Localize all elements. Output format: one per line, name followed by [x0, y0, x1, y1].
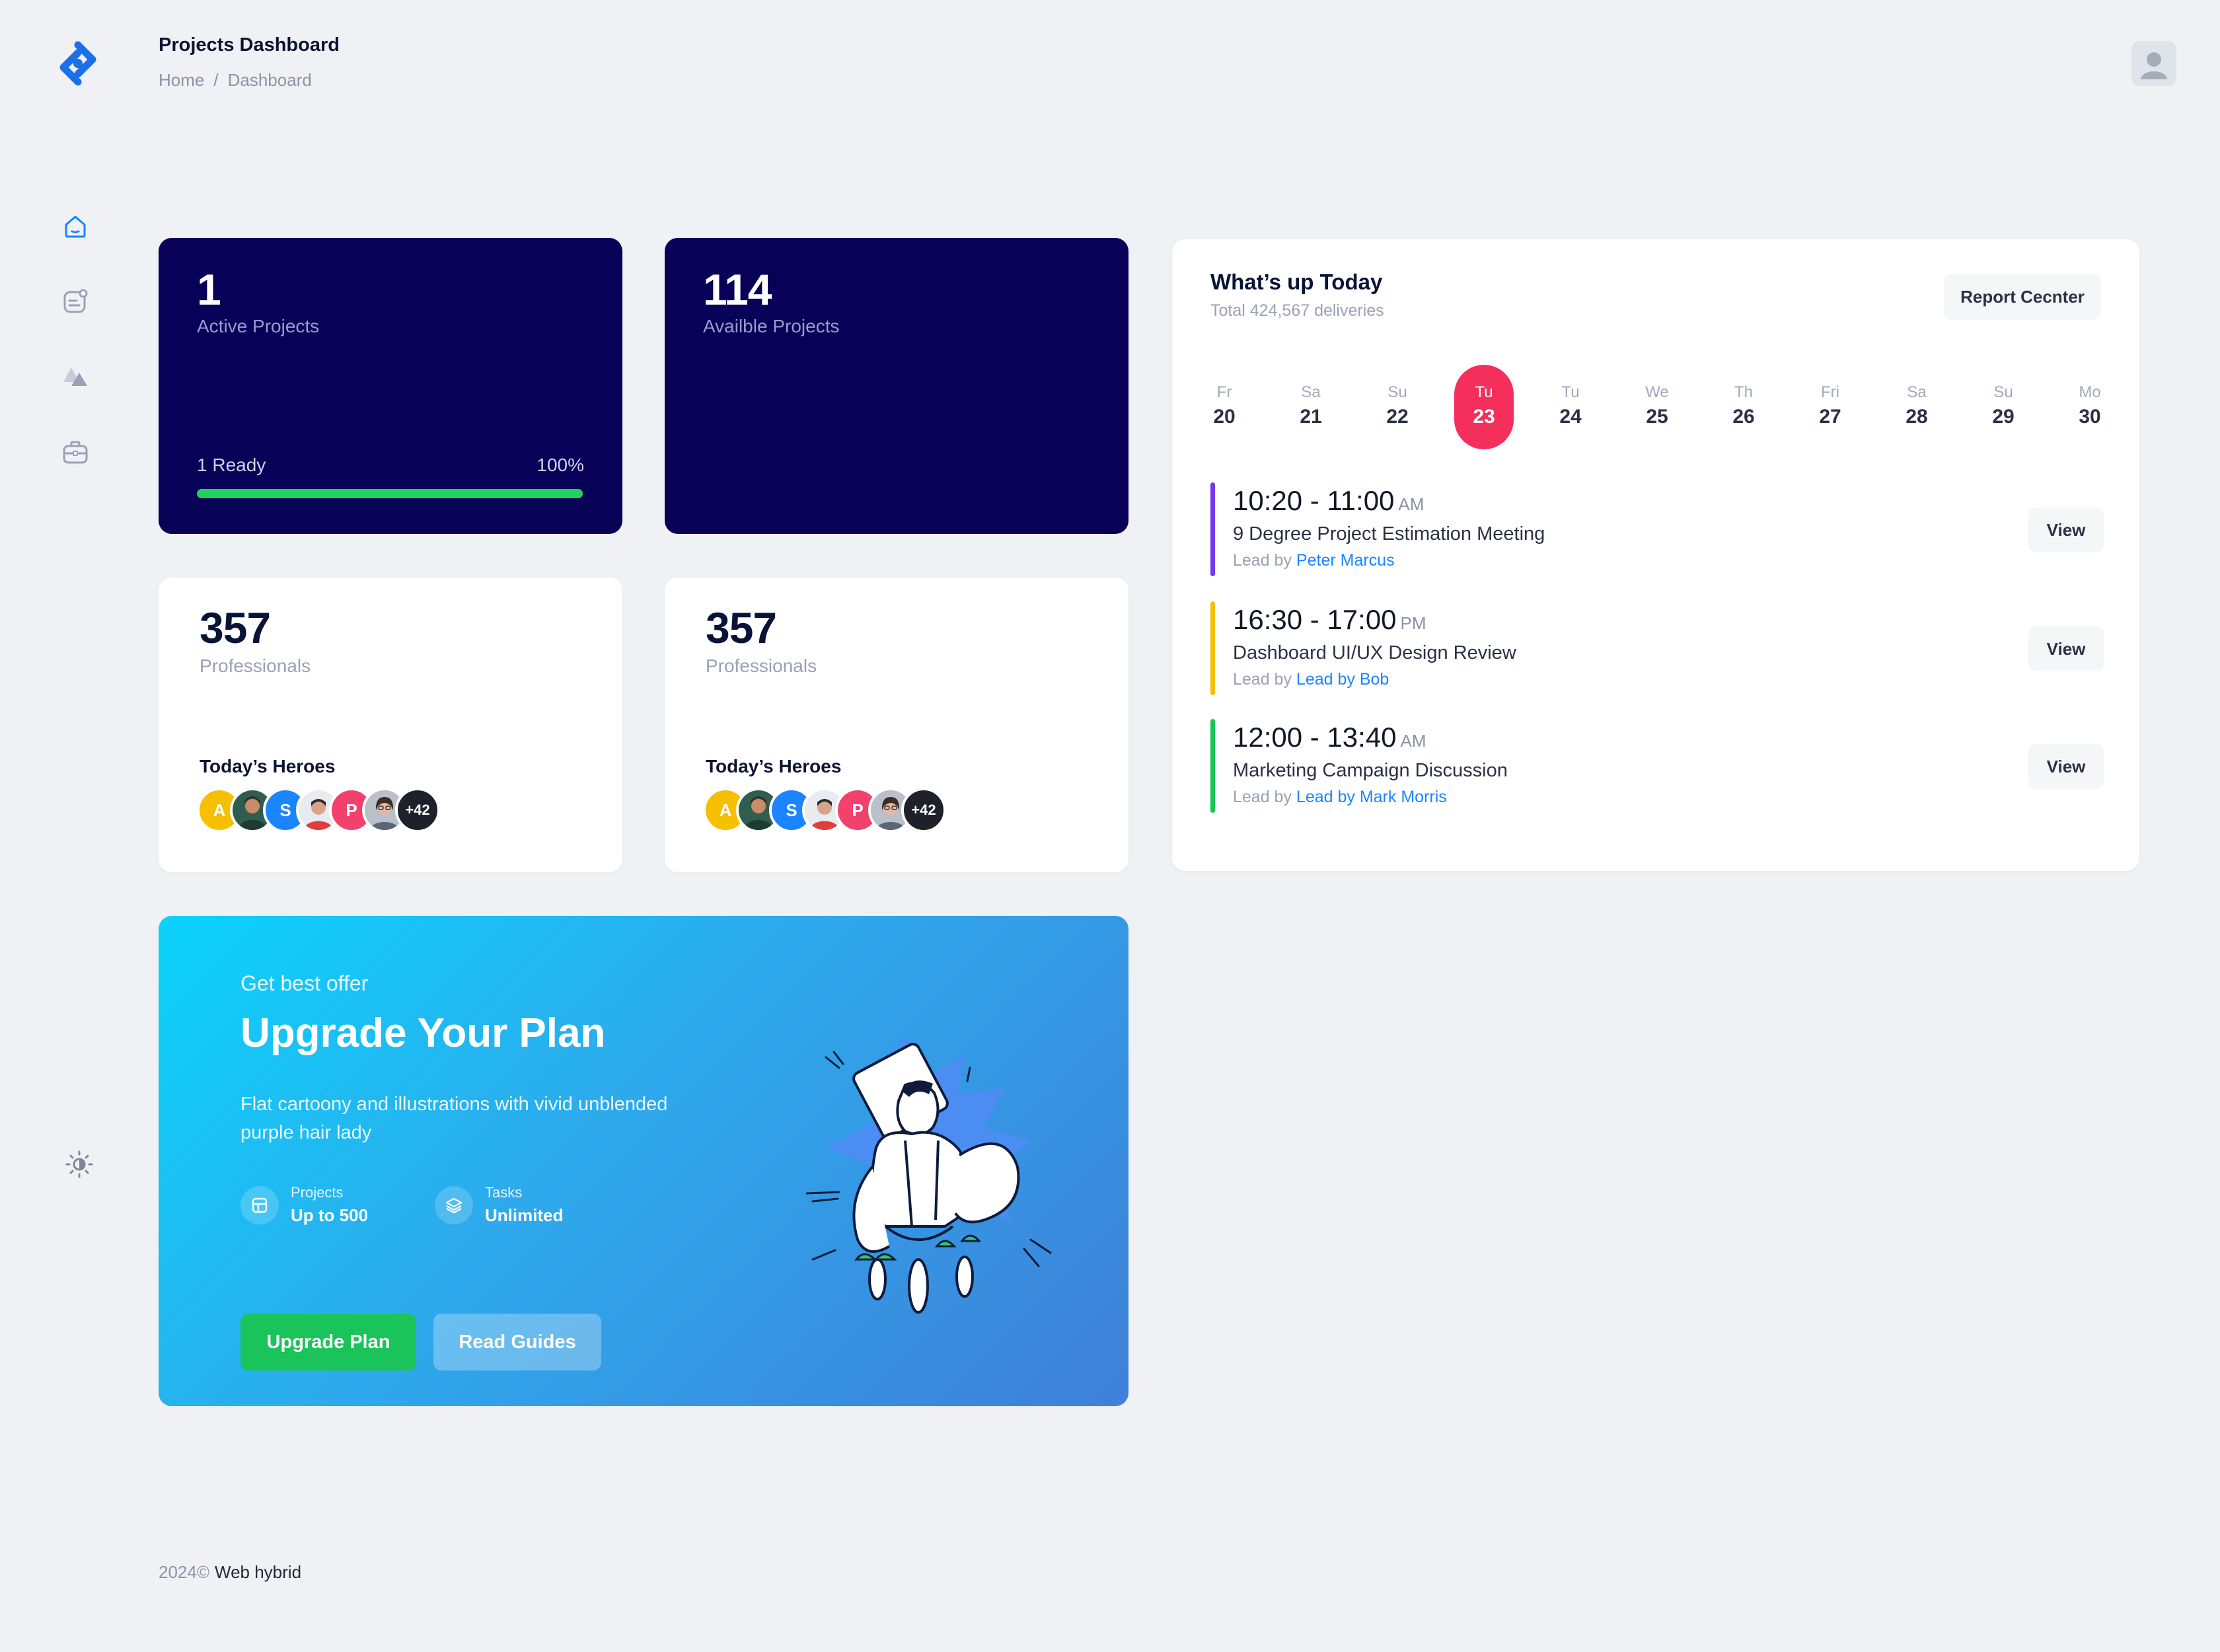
professionals-count: 357	[706, 603, 777, 652]
upgrade-plan-card: Get best offer Upgrade Your Plan Flat ca…	[159, 916, 1128, 1406]
upgrade-description-line: purple hair lady	[240, 1122, 372, 1143]
event-title: 9 Degree Project Estimation Meeting	[1233, 523, 1545, 544]
briefcase-icon	[63, 441, 88, 464]
breadcrumb: Home / Dashboard	[159, 70, 312, 91]
app-logo[interactable]	[50, 36, 106, 91]
event-title: Dashboard UI/UX Design Review	[1233, 642, 1516, 663]
grid-icon	[240, 1185, 279, 1224]
whats-up-today-card: What’s up Today Total 424,567 deliveries…	[1172, 239, 2139, 871]
footer: 2024© Web hybrid	[159, 1562, 301, 1583]
event-lead: Lead by Peter Marcus	[1233, 551, 1395, 570]
sidebar-item-messages[interactable]	[56, 282, 95, 321]
layers-icon	[435, 1185, 473, 1224]
more-heroes-badge[interactable]: +42	[901, 788, 946, 833]
date-picker: Fr 20 Sa 21 Su 22 Tu 23 Tu 24 We 25 Th 26 Fri 27…	[1195, 239, 2120, 464]
ready-label: 1 Ready	[197, 455, 266, 475]
day-item[interactable]: Su 22	[1368, 365, 1427, 449]
breadcrumb-home[interactable]: Home	[159, 70, 204, 91]
sidebar-item-home[interactable]	[56, 206, 95, 246]
feature-tasks: Tasks Unlimited	[435, 1184, 563, 1226]
available-projects-card: 114 Availble Projects	[665, 238, 1128, 534]
home-icon	[65, 215, 86, 238]
more-heroes-badge[interactable]: +42	[395, 788, 440, 833]
event-time: 10:20 - 11:00 AM	[1233, 485, 1424, 516]
event-item: 16:30 - 17:00 PM Dashboard UI/UX Design R…	[1210, 601, 2104, 695]
breadcrumb-separator: /	[213, 70, 219, 90]
upgrade-description-line: Flat cartoony and illustrations with viv…	[240, 1094, 668, 1115]
view-event-button[interactable]: View	[2028, 507, 2104, 552]
event-lead-link[interactable]: Lead by Mark Morris	[1296, 788, 1447, 806]
heroes-avatar-group: A S P +42	[197, 788, 440, 833]
event-color-bar	[1210, 601, 1215, 695]
chat-icon	[63, 289, 88, 313]
available-projects-count: 114	[703, 265, 772, 314]
professionals-count: 357	[200, 603, 271, 652]
upgrade-kicker: Get best offer	[240, 971, 369, 995]
upgrade-description: Flat cartoony and illustrations with viv…	[240, 1090, 667, 1147]
footer-brand-link[interactable]: Web hybrid	[215, 1562, 301, 1582]
sidebar-item-shapes[interactable]	[56, 357, 95, 396]
day-item[interactable]: Fr 20	[1195, 365, 1254, 449]
feature-value: Unlimited	[485, 1205, 564, 1225]
day-item[interactable]: We 25	[1627, 365, 1687, 449]
active-projects-card: 1 Active Projects 1 Ready 100%	[159, 238, 622, 534]
active-projects-label: Active Projects	[197, 316, 320, 336]
heroes-title: Today’s Heroes	[200, 756, 336, 776]
progress-bar-fill	[197, 489, 583, 498]
event-lead-link[interactable]: Peter Marcus	[1296, 551, 1395, 570]
day-item[interactable]: Sa 28	[1887, 365, 1946, 449]
report-center-button[interactable]: Report Cecnter	[1944, 274, 2101, 320]
day-item-active[interactable]: Tu 23	[1454, 365, 1514, 449]
day-item[interactable]: Mo 30	[2060, 365, 2120, 449]
day-item[interactable]: Su 29	[1974, 365, 2033, 449]
active-projects-count: 1	[197, 265, 221, 314]
day-item[interactable]: Fri 27	[1800, 365, 1860, 449]
upgrade-plan-button[interactable]: Upgrade Plan	[240, 1314, 416, 1370]
event-time: 12:00 - 13:40 AM	[1233, 722, 1426, 753]
event-color-bar	[1210, 482, 1215, 576]
footer-year: 2024©	[159, 1562, 209, 1582]
day-item[interactable]: Th 26	[1714, 365, 1773, 449]
heroes-title: Today’s Heroes	[706, 756, 842, 776]
professionals-label: Professionals	[706, 656, 817, 676]
feature-projects: Projects Up to 500	[240, 1184, 368, 1226]
sidebar-item-briefcase[interactable]	[56, 432, 95, 472]
event-title: Marketing Campaign Discussion	[1233, 760, 1508, 781]
professionals-card: 357 Professionals Today’s Heroes A S P +…	[159, 578, 622, 872]
theme-toggle-icon	[65, 1150, 93, 1178]
available-projects-label: Availble Projects	[703, 316, 840, 336]
event-lead: Lead by Lead by Bob	[1233, 670, 1389, 689]
day-item[interactable]: Tu 24	[1541, 365, 1600, 449]
view-event-button[interactable]: View	[2028, 744, 2104, 789]
feature-value: Up to 500	[291, 1205, 369, 1225]
feature-label: Projects	[291, 1184, 344, 1201]
theme-toggle[interactable]	[59, 1145, 99, 1184]
professionals-card: 357 Professionals Today’s Heroes A S P +…	[665, 578, 1128, 872]
cartoon-man-illustration	[806, 1035, 1052, 1314]
event-time: 16:30 - 17:00 PM	[1233, 604, 1426, 635]
user-avatar[interactable]	[2131, 41, 2176, 86]
view-event-button[interactable]: View	[2028, 626, 2104, 671]
upgrade-title: Upgrade Your Plan	[240, 1010, 606, 1056]
progress-bar	[197, 489, 583, 498]
event-lead: Lead by Lead by Mark Morris	[1233, 788, 1447, 806]
day-item[interactable]: Sa 21	[1281, 365, 1341, 449]
event-color-bar	[1210, 719, 1215, 813]
professionals-label: Professionals	[200, 656, 311, 676]
event-item: 10:20 - 11:00 AM 9 Degree Project Estimat…	[1210, 482, 2104, 576]
read-guides-button[interactable]: Read Guides	[433, 1314, 601, 1370]
event-lead-link[interactable]: Lead by Bob	[1296, 670, 1389, 689]
feature-label: Tasks	[485, 1184, 523, 1201]
event-item: 12:00 - 13:40 AM Marketing Campaign Discu…	[1210, 719, 2104, 813]
page-title: Projects Dashboard	[159, 34, 340, 56]
progress-percent: 100%	[536, 455, 584, 475]
heroes-avatar-group: A S P +42	[703, 788, 946, 833]
shapes-icon	[63, 367, 87, 386]
breadcrumb-current: Dashboard	[227, 70, 312, 90]
